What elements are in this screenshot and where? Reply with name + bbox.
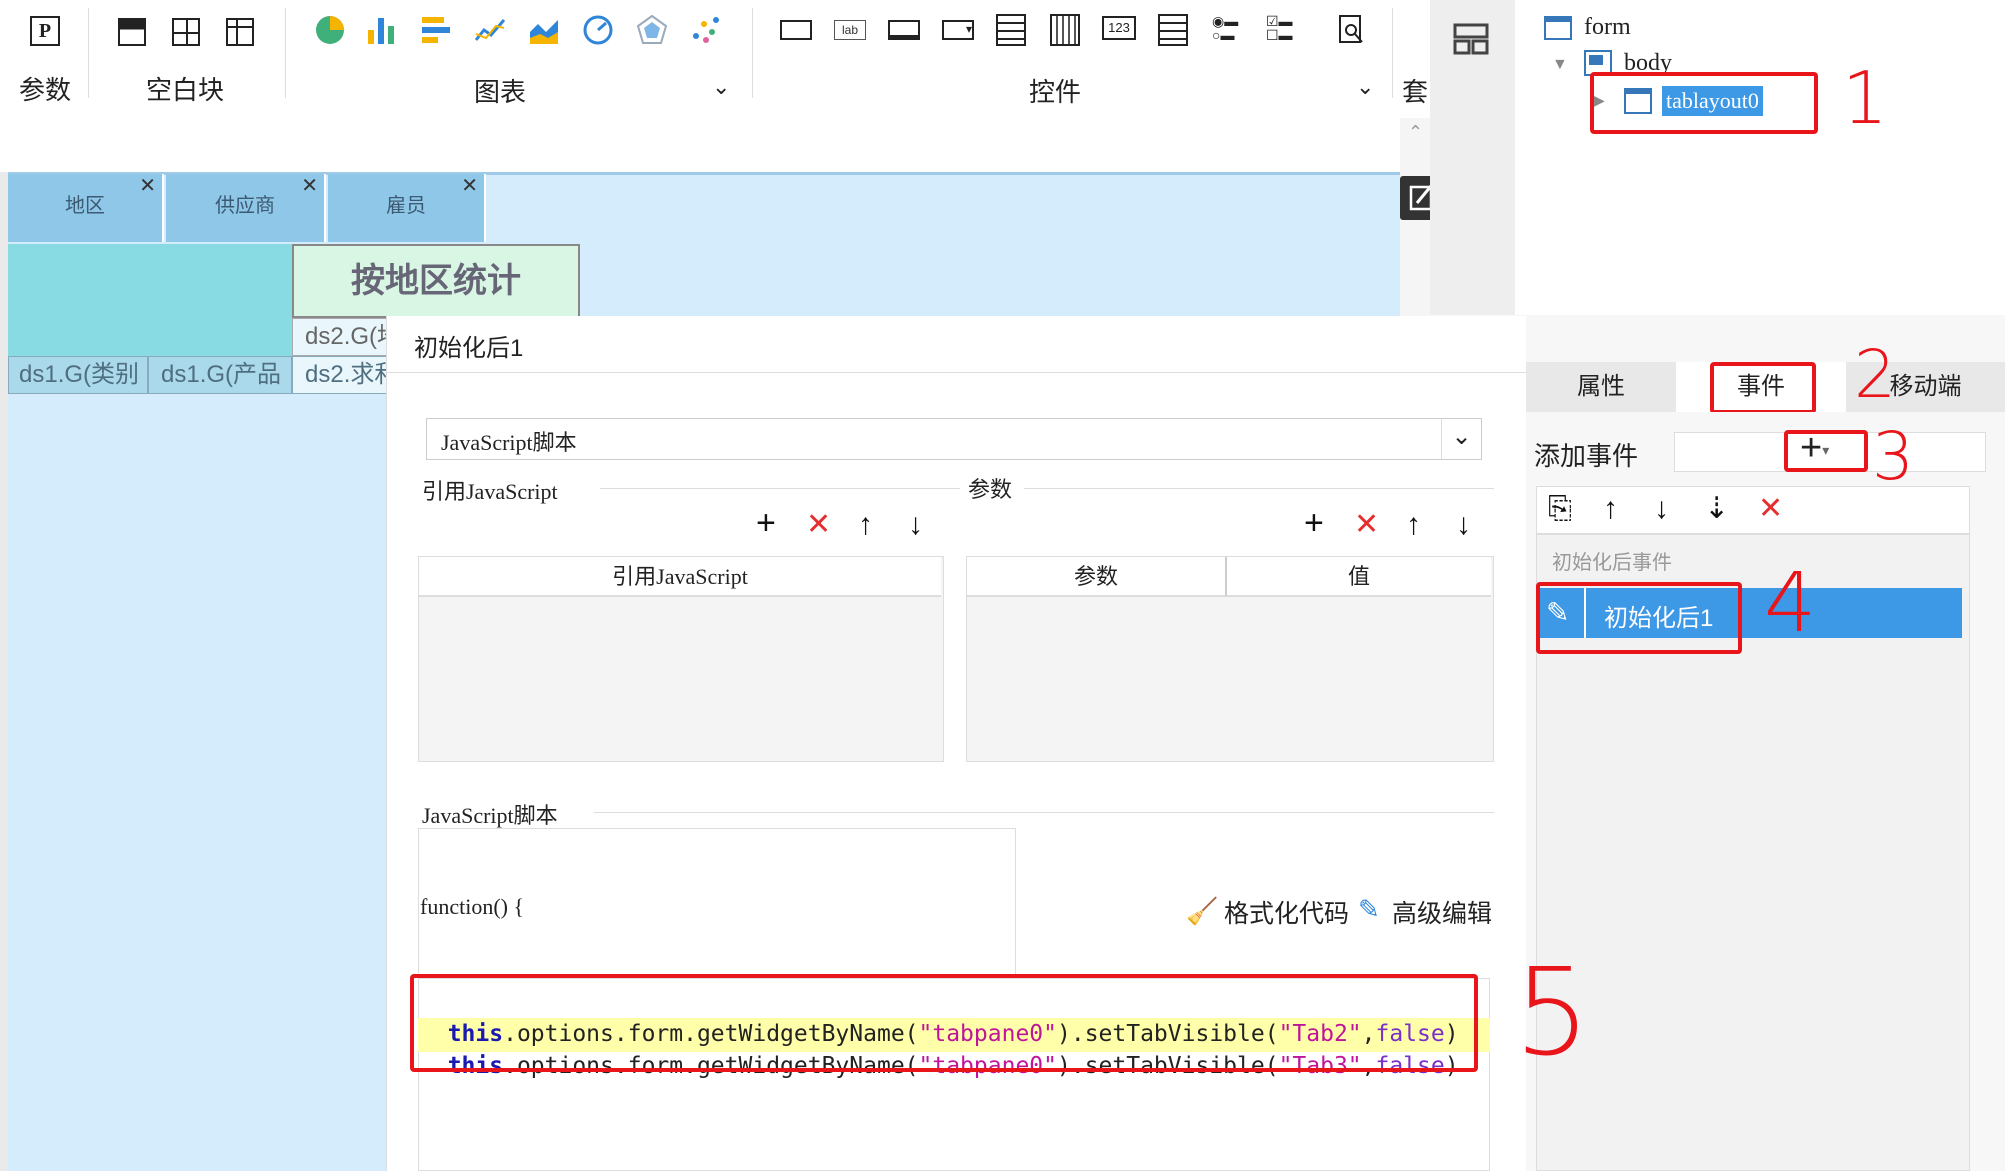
param-label-line <box>1024 488 1494 489</box>
ref-js-label: 引用JavaScript <box>422 479 558 504</box>
area-chart-icon[interactable] <box>528 14 560 51</box>
textbox-icon[interactable] <box>888 20 920 40</box>
tab-supplier[interactable]: 供应商 ✕ <box>166 174 326 242</box>
bar-chart-icon[interactable] <box>366 14 398 51</box>
js-label-line <box>594 812 1494 813</box>
checkbox-group-icon[interactable]: ☑▬ ☐▬ <box>1266 14 1293 42</box>
layout-icon[interactable] <box>1452 22 1490 56</box>
dropdown-icon[interactable]: ▾ <box>942 20 974 40</box>
annotation-box-3 <box>1784 430 1868 472</box>
parameter-icon[interactable]: P <box>30 16 60 46</box>
add-icon[interactable]: + <box>1304 506 1324 540</box>
report-cell[interactable]: ds1.G(产品 <box>148 356 292 394</box>
move-up-icon[interactable]: ↑ <box>858 510 873 540</box>
report-cell[interactable]: ds1.G(类别 <box>8 356 148 394</box>
js-script-label: JavaScript脚本 <box>422 803 558 828</box>
blank-group-label: 空白块 <box>145 75 224 105</box>
advanced-edit-button[interactable]: 高级编辑 <box>1392 894 1492 930</box>
close-icon[interactable]: ✕ <box>139 176 156 196</box>
ref-js-label-line <box>600 488 960 489</box>
textarea-icon[interactable] <box>1158 14 1188 46</box>
ruler-strip <box>0 118 1400 172</box>
button-icon[interactable] <box>780 20 812 40</box>
table-layout-icon[interactable] <box>226 18 254 46</box>
param-group-label: 参数 <box>18 75 71 105</box>
horizontal-bar-icon[interactable] <box>420 14 452 51</box>
annotation-box-5 <box>410 974 1478 1072</box>
number-icon[interactable]: 123 <box>1102 16 1136 40</box>
gauge-chart-icon[interactable] <box>582 14 614 51</box>
advanced-edit-icon[interactable]: ✎ <box>1358 894 1380 925</box>
move-up-icon[interactable]: ↑ <box>1406 510 1421 540</box>
frame-layout-icon[interactable] <box>172 18 200 46</box>
widget-group-label: 控件 <box>1028 77 1081 107</box>
event-toolbar <box>1536 486 1970 534</box>
label-icon[interactable]: lab <box>834 20 866 40</box>
tab-employee[interactable]: 雇员 ✕ <box>328 174 486 242</box>
annotation-3: 3 <box>1872 418 1914 495</box>
tab-properties[interactable]: 属性 <box>1526 362 1676 412</box>
report-cell[interactable]: ds2.G(地 <box>292 318 388 356</box>
expand-arrow-icon[interactable]: ▼ <box>1552 56 1568 74</box>
annotation-box-4 <box>1536 582 1742 654</box>
chart-group-label: 图表 <box>473 77 526 107</box>
broom-icon[interactable]: 🧹 <box>1186 896 1218 927</box>
ref-js-column-header[interactable]: 引用JavaScript <box>419 557 941 597</box>
function-signature: function() { <box>420 894 525 919</box>
line-chart-icon[interactable] <box>474 14 506 51</box>
dialog-title-divider <box>386 372 1526 373</box>
format-code-button[interactable]: 格式化代码 <box>1224 894 1349 930</box>
move-down-icon[interactable]: ↓ <box>908 510 923 540</box>
widget-tree <box>1515 0 2005 315</box>
annotation-1: 1 <box>1842 56 1888 140</box>
annotation-2: 2 <box>1854 336 1896 413</box>
listbox-icon[interactable] <box>996 14 1026 46</box>
tab-region[interactable]: 地区 ✕ <box>8 174 164 242</box>
move-down-icon[interactable]: ↓ <box>1654 494 1669 524</box>
annotation-box-1 <box>1590 72 1818 134</box>
chevron-down-icon: ⌄ <box>1441 419 1481 459</box>
dialog-title: 初始化后1 <box>414 335 524 362</box>
move-up-icon[interactable]: ↑ <box>1603 494 1618 524</box>
type-select[interactable]: JavaScript脚本 ⌄ <box>426 418 1482 460</box>
annotation-box-2 <box>1710 362 1816 414</box>
toolbar: P 参数 空白块 图表 ⌄ lab ▾ 123 ◉▬ ○▬ ☑▬ ☐▬ 控件 ⌄ 套 <box>0 0 1440 118</box>
sort-icon[interactable]: ⇣ <box>1704 494 1729 524</box>
annotation-4: 4 <box>1764 556 1817 651</box>
add-event-label: 添加事件 <box>1534 441 1639 471</box>
tree-node-form[interactable]: form <box>1584 14 1631 41</box>
value-column-header[interactable]: 值 <box>1227 557 1491 597</box>
pie-chart-icon[interactable] <box>314 14 346 51</box>
chevron-down-icon[interactable]: ⌄ <box>712 74 730 100</box>
move-down-icon[interactable]: ↓ <box>1456 510 1471 540</box>
date-icon[interactable] <box>1050 14 1080 46</box>
radio-group-icon[interactable]: ◉▬ ○▬ <box>1212 14 1238 42</box>
scatter-chart-icon[interactable] <box>690 14 722 51</box>
delete-icon[interactable]: ✕ <box>806 510 831 540</box>
annotation-5: 5 <box>1514 944 1591 1083</box>
radar-chart-icon[interactable] <box>636 14 668 51</box>
close-icon[interactable]: ✕ <box>461 176 478 196</box>
report-title: 按地区统计 <box>292 244 580 318</box>
delete-icon[interactable]: ✕ <box>1354 510 1379 540</box>
suite-group-label: 套 <box>1401 77 1428 107</box>
delete-icon[interactable]: ✕ <box>1758 494 1783 524</box>
report-header-cell <box>8 244 292 356</box>
event-group-label: 初始化后事件 <box>1552 552 1672 574</box>
param-label: 参数 <box>968 477 1013 502</box>
param-column-header[interactable]: 参数 <box>967 557 1227 597</box>
add-icon[interactable]: + <box>756 506 776 540</box>
close-icon[interactable]: ✕ <box>301 176 318 196</box>
absolute-layout-icon[interactable] <box>118 18 146 46</box>
search-icon[interactable] <box>1338 14 1366 51</box>
chevron-down-icon[interactable]: ⌄ <box>1356 74 1374 100</box>
copy-icon[interactable]: ⎘ <box>1548 494 1572 524</box>
report-cell[interactable]: ds2.求和 <box>292 356 388 394</box>
form-icon <box>1544 16 1572 40</box>
